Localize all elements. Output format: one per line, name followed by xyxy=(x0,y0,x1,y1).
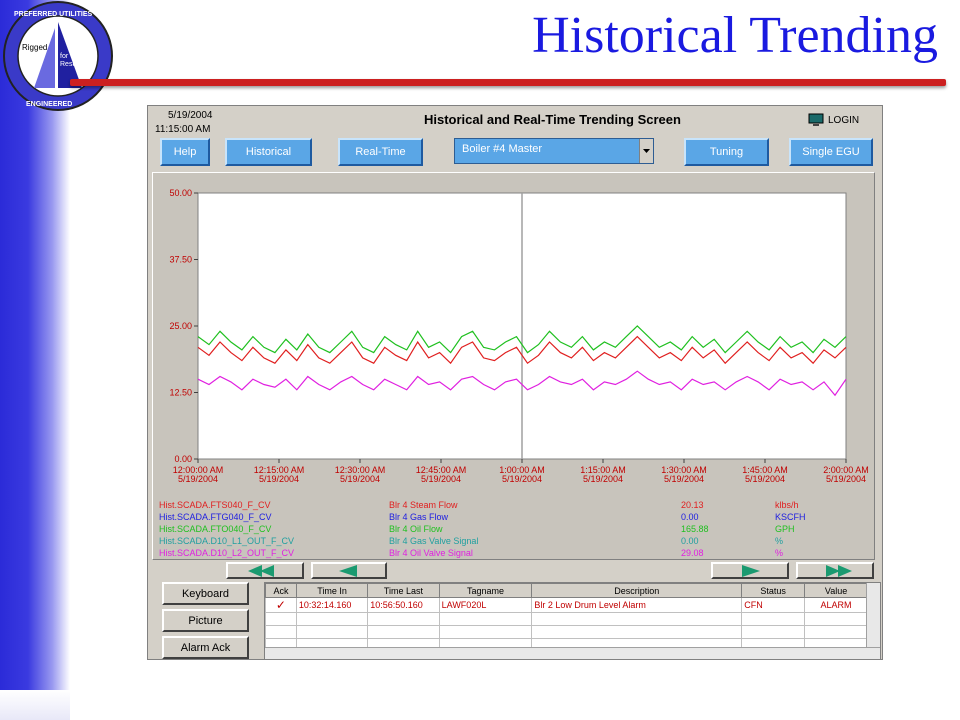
x-tick-date: 5/19/2004 xyxy=(745,474,785,484)
horizontal-scrollbar[interactable] xyxy=(265,647,880,659)
legend-description: Blr 4 Oil Flow xyxy=(389,524,443,534)
column-header-value[interactable]: Value xyxy=(804,583,868,598)
x-tick-date: 5/19/2004 xyxy=(340,474,380,484)
chevron-down-icon[interactable] xyxy=(639,139,653,163)
help-button[interactable]: Help xyxy=(160,138,210,166)
logo-text-rigged: Rigged xyxy=(22,43,47,52)
app-time: 11:15:00 AM xyxy=(155,124,211,135)
realtime-button[interactable]: Real-Time xyxy=(338,138,423,166)
cell-time-in: 10:32:14.160 xyxy=(295,597,369,613)
slide-title: Historical Trending xyxy=(532,7,938,64)
x-tick-date: 5/19/2004 xyxy=(502,474,542,484)
historical-button[interactable]: Historical xyxy=(225,138,312,166)
legend-value: 0.00 xyxy=(681,512,699,522)
double-arrow-left-icon xyxy=(248,564,274,577)
y-tick-label: 0.00 xyxy=(174,454,192,464)
column-header-ack[interactable]: Ack xyxy=(265,583,297,598)
logo-text-top: PREFERRED UTILITIES xyxy=(14,11,93,18)
y-tick-label: 25.00 xyxy=(169,321,192,331)
login-button[interactable]: LOGIN xyxy=(808,113,859,127)
logo-text-results: Results xyxy=(60,61,84,68)
sidebar-bottom-fade xyxy=(0,690,70,720)
cell-status: CFN xyxy=(741,597,806,613)
legend-tag: Hist.SCADA.FTS040_F_CV xyxy=(159,500,271,510)
table-row[interactable]: ✓ 10:32:14.160 10:56:50.160 LAWF020L Blr… xyxy=(265,597,868,613)
x-tick-date: 5/19/2004 xyxy=(259,474,299,484)
legend-description: Blr 4 Gas Valve Signal xyxy=(389,536,478,546)
app-title: Historical and Real-Time Trending Screen xyxy=(424,112,681,127)
scroll-forward-button[interactable] xyxy=(711,562,789,579)
trend-chart: 50.0037.5025.0012.500.0012:00:00 AM5/19/… xyxy=(159,188,869,558)
legend-description: Blr 4 Steam Flow xyxy=(389,500,458,510)
alarm-ack-button[interactable]: Alarm Ack xyxy=(162,636,249,659)
legend-units: klbs/h xyxy=(775,500,799,510)
legend-value: 29.08 xyxy=(681,548,704,558)
x-tick-date: 5/19/2004 xyxy=(178,474,218,484)
arrow-left-icon xyxy=(339,564,357,577)
alarm-header-row: Ack Time In Time Last Tagname Descriptio… xyxy=(265,583,868,598)
table-row-empty xyxy=(265,612,868,626)
y-tick-label: 12.50 xyxy=(169,388,192,398)
x-tick-date: 5/19/2004 xyxy=(583,474,623,484)
preferred-utilities-logo: Rigged for Results PREFERRED UTILITIES E… xyxy=(3,1,113,111)
title-rule xyxy=(70,79,946,86)
vertical-scrollbar[interactable] xyxy=(866,583,880,649)
trending-app-window: 5/19/2004 11:15:00 AM Historical and Rea… xyxy=(147,105,883,660)
logo-text-bottom: ENGINEERED xyxy=(26,101,72,108)
double-arrow-right-icon xyxy=(826,564,852,577)
alarm-table: Ack Time In Time Last Tagname Descriptio… xyxy=(264,582,881,659)
monitor-icon xyxy=(808,113,824,126)
scroll-back-fast-button[interactable] xyxy=(226,562,304,579)
arrow-right-icon xyxy=(742,564,760,577)
legend-tag: Hist.SCADA.D10_L1_OUT_F_CV xyxy=(159,536,294,546)
x-tick-date: 5/19/2004 xyxy=(664,474,704,484)
trend-chart-panel: 50.00 37.50 25.00 12.50 0.00 12:00:00 AM 5/19/… xyxy=(152,172,875,560)
cell-value: ALARM xyxy=(804,597,868,613)
legend-units: GPH xyxy=(775,524,795,534)
tuning-button[interactable]: Tuning xyxy=(684,138,769,166)
legend-units: KSCFH xyxy=(775,512,806,522)
column-header-description[interactable]: Description xyxy=(531,583,743,598)
legend-value: 20.13 xyxy=(681,500,704,510)
column-header-tagname[interactable]: Tagname xyxy=(438,583,533,598)
keyboard-button[interactable]: Keyboard xyxy=(162,582,249,605)
cell-time-last: 10:56:50.160 xyxy=(367,597,440,613)
legend-units: % xyxy=(775,536,783,546)
column-header-time-last[interactable]: Time Last xyxy=(367,583,440,598)
boiler-select-value: Boiler #4 Master xyxy=(462,143,543,155)
y-tick-label: 37.50 xyxy=(169,255,192,265)
app-date: 5/19/2004 xyxy=(168,110,213,121)
cell-tagname: LAWF020L xyxy=(438,597,533,613)
legend-value: 165.88 xyxy=(681,524,709,534)
scroll-back-button[interactable] xyxy=(311,562,387,579)
legend-description: Blr 4 Gas Flow xyxy=(389,512,449,522)
picture-button[interactable]: Picture xyxy=(162,609,249,632)
legend-value: 0.00 xyxy=(681,536,699,546)
scroll-forward-fast-button[interactable] xyxy=(796,562,874,579)
legend-tag: Hist.SCADA.FTO040_F_CV xyxy=(159,524,271,534)
boiler-select[interactable]: Boiler #4 Master xyxy=(454,138,654,164)
login-label: LOGIN xyxy=(828,114,860,126)
legend-description: Blr 4 Oil Valve Signal xyxy=(389,548,473,558)
y-tick-label: 50.00 xyxy=(169,188,192,198)
x-tick-date: 5/19/2004 xyxy=(826,474,866,484)
cell-description: Blr 2 Low Drum Level Alarm xyxy=(531,597,743,613)
column-header-status[interactable]: Status xyxy=(741,583,806,598)
table-row-empty xyxy=(265,625,868,639)
legend-units: % xyxy=(775,548,783,558)
legend-tag: Hist.SCADA.FTG040_F_CV xyxy=(159,512,272,522)
column-header-time-in[interactable]: Time In xyxy=(295,583,369,598)
single-egu-button[interactable]: Single EGU xyxy=(789,138,873,166)
logo-text-for: for xyxy=(60,53,69,60)
x-tick-date: 5/19/2004 xyxy=(421,474,461,484)
ack-check-icon[interactable]: ✓ xyxy=(265,597,297,613)
legend-tag: Hist.SCADA.D10_L2_OUT_F_CV xyxy=(159,548,294,558)
